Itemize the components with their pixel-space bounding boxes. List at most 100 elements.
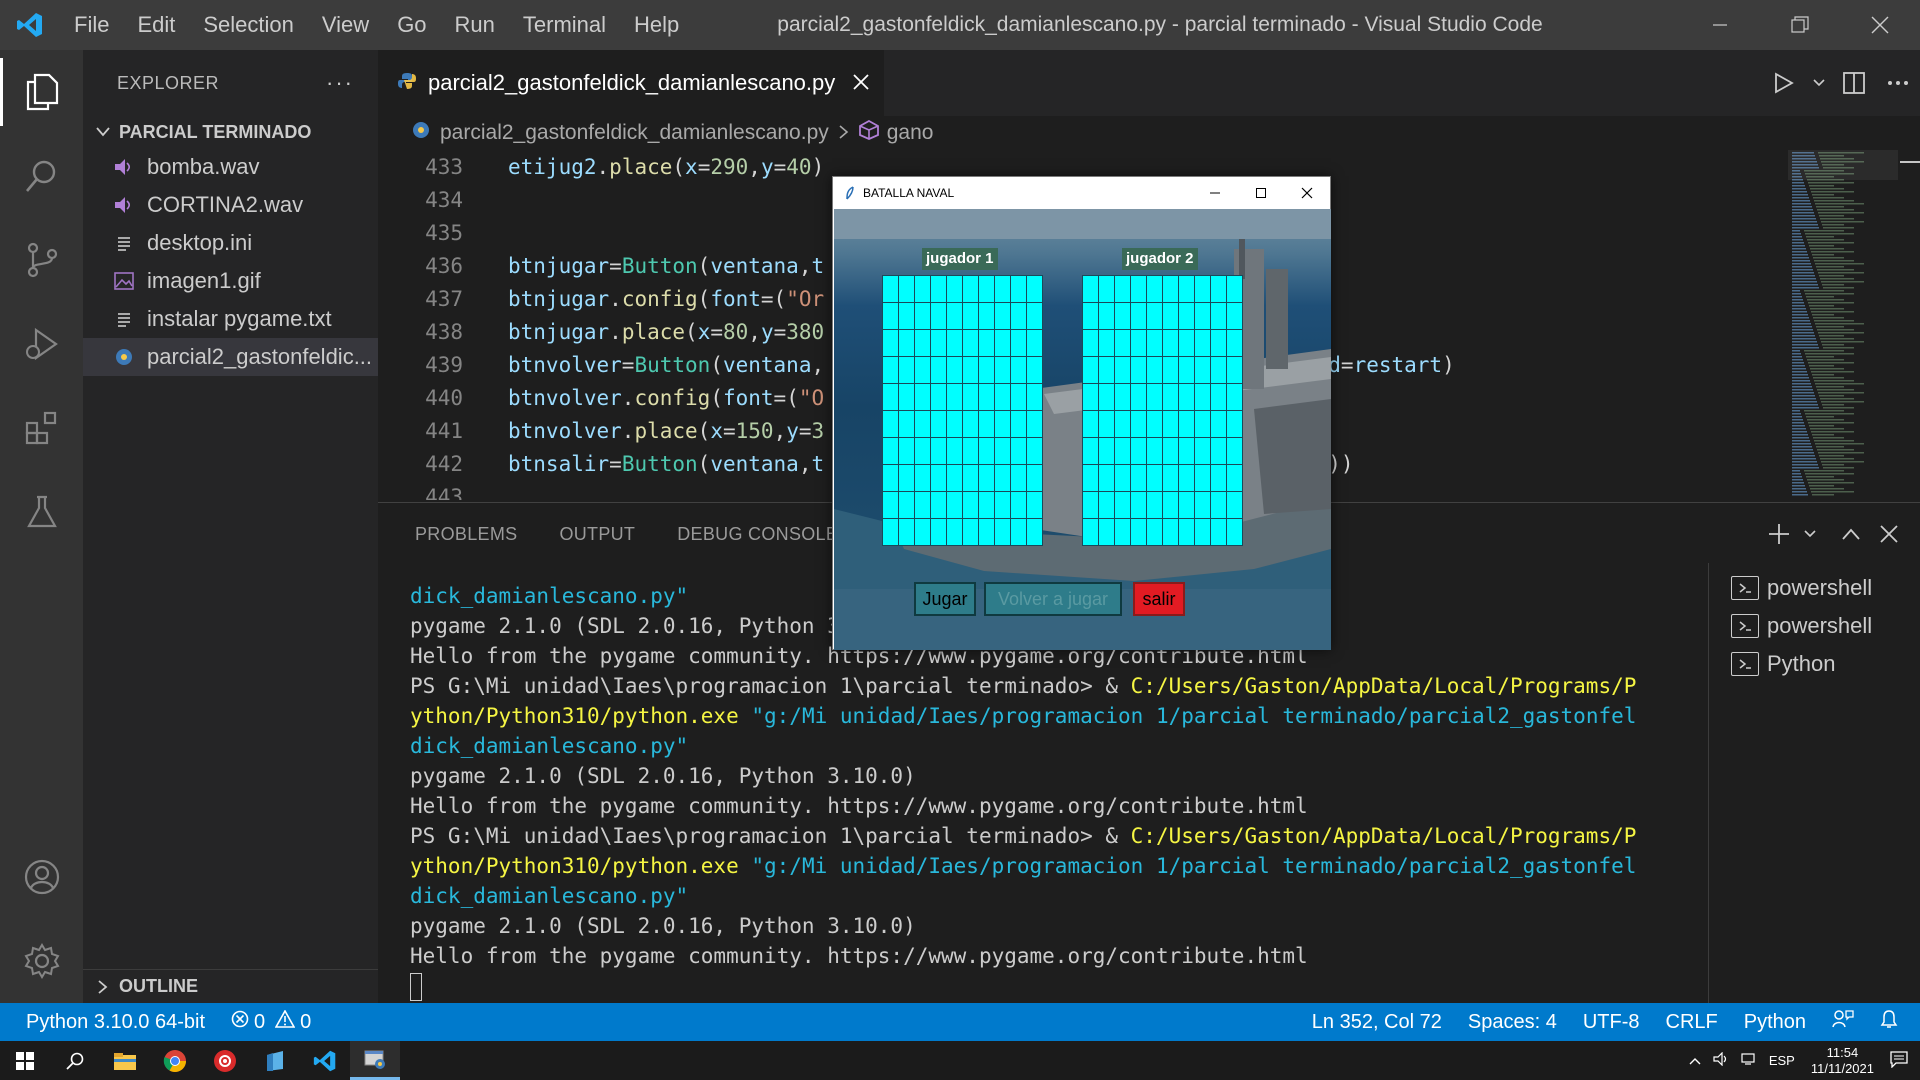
board-cell[interactable] <box>1195 276 1210 302</box>
board-cell[interactable] <box>1179 303 1194 329</box>
board-cell[interactable] <box>979 465 994 491</box>
tab-problems[interactable]: PROBLEMS <box>415 524 517 545</box>
board-cell[interactable] <box>947 411 962 437</box>
board-cell[interactable] <box>1027 411 1042 437</box>
board-cell[interactable] <box>1195 411 1210 437</box>
board-cell[interactable] <box>1131 519 1146 545</box>
board-cell[interactable] <box>931 384 946 410</box>
board-cell[interactable] <box>1115 519 1130 545</box>
board-cell[interactable] <box>995 438 1010 464</box>
board-cell[interactable] <box>1115 492 1130 518</box>
outline-header[interactable]: OUTLINE <box>83 969 378 1003</box>
menu-selection[interactable]: Selection <box>189 12 308 38</box>
terminal-instance[interactable]: Python <box>1709 645 1920 683</box>
board-cell[interactable] <box>1083 438 1098 464</box>
board-cell[interactable] <box>1083 276 1098 302</box>
board-cell[interactable] <box>995 357 1010 383</box>
terminal-dropdown-chevron-icon[interactable] <box>1798 530 1822 538</box>
close-window-icon[interactable] <box>1284 177 1330 209</box>
board-cell[interactable] <box>1099 438 1114 464</box>
player-2-board[interactable] <box>1082 275 1243 546</box>
board-cell[interactable] <box>915 357 930 383</box>
file-item[interactable]: CORTINA2.wav <box>83 186 378 224</box>
board-cell[interactable] <box>1027 357 1042 383</box>
board-cell[interactable] <box>1147 519 1162 545</box>
board-cell[interactable] <box>915 465 930 491</box>
board-cell[interactable] <box>1179 330 1194 356</box>
board-cell[interactable] <box>1099 330 1114 356</box>
status-language[interactable]: Python <box>1731 1011 1819 1034</box>
more-actions-icon[interactable] <box>1876 80 1920 86</box>
board-cell[interactable] <box>1147 384 1162 410</box>
accounts-icon[interactable] <box>0 835 83 919</box>
board-cell[interactable] <box>1083 465 1098 491</box>
close-tab-icon[interactable] <box>853 70 869 96</box>
board-cell[interactable] <box>1115 384 1130 410</box>
board-cell[interactable] <box>883 303 898 329</box>
feedback-icon[interactable] <box>1819 1009 1867 1035</box>
board-cell[interactable] <box>1083 357 1098 383</box>
board-cell[interactable] <box>915 384 930 410</box>
board-cell[interactable] <box>947 492 962 518</box>
notepad-icon[interactable] <box>250 1041 300 1080</box>
folder-header[interactable]: PARCIAL TERMINADO <box>83 116 378 148</box>
board-cell[interactable] <box>1099 411 1114 437</box>
board-cell[interactable] <box>1179 519 1194 545</box>
explorer-icon[interactable] <box>0 50 83 134</box>
board-cell[interactable] <box>947 276 962 302</box>
board-cell[interactable] <box>1099 519 1114 545</box>
board-cell[interactable] <box>1147 438 1162 464</box>
board-cell[interactable] <box>1099 357 1114 383</box>
board-cell[interactable] <box>1011 357 1026 383</box>
board-cell[interactable] <box>1147 276 1162 302</box>
status-interpreter[interactable]: Python 3.10.0 64-bit <box>0 1011 218 1034</box>
board-cell[interactable] <box>1179 438 1194 464</box>
board-cell[interactable] <box>1227 411 1242 437</box>
board-cell[interactable] <box>1099 276 1114 302</box>
board-cell[interactable] <box>899 411 914 437</box>
board-cell[interactable] <box>1131 357 1146 383</box>
board-cell[interactable] <box>1083 303 1098 329</box>
board-cell[interactable] <box>1011 438 1026 464</box>
board-cell[interactable] <box>1027 519 1042 545</box>
board-cell[interactable] <box>1011 411 1026 437</box>
board-cell[interactable] <box>1211 438 1226 464</box>
board-cell[interactable] <box>1115 357 1130 383</box>
run-file-icon[interactable] <box>1762 72 1806 94</box>
board-cell[interactable] <box>1131 330 1146 356</box>
search-icon[interactable] <box>0 134 83 218</box>
screen-recorder-icon[interactable] <box>200 1041 250 1080</box>
board-cell[interactable] <box>899 330 914 356</box>
board-cell[interactable] <box>915 276 930 302</box>
board-cell[interactable] <box>883 330 898 356</box>
board-cell[interactable] <box>963 384 978 410</box>
network-icon[interactable] <box>1735 1052 1763 1069</box>
board-cell[interactable] <box>979 411 994 437</box>
board-cell[interactable] <box>1179 492 1194 518</box>
board-cell[interactable] <box>1115 330 1130 356</box>
board-cell[interactable] <box>1027 384 1042 410</box>
board-cell[interactable] <box>1083 519 1098 545</box>
board-cell[interactable] <box>963 276 978 302</box>
board-cell[interactable] <box>947 303 962 329</box>
volume-icon[interactable] <box>1707 1051 1735 1069</box>
board-cell[interactable] <box>979 330 994 356</box>
board-cell[interactable] <box>1211 492 1226 518</box>
menu-run[interactable]: Run <box>441 12 509 38</box>
tab-debug-console[interactable]: DEBUG CONSOLE <box>677 524 838 545</box>
board-cell[interactable] <box>1163 519 1178 545</box>
board-cell[interactable] <box>1195 465 1210 491</box>
status-encoding[interactable]: UTF-8 <box>1570 1011 1653 1034</box>
volver-a-jugar-button[interactable]: Volver a jugar <box>984 582 1122 616</box>
file-item[interactable]: bomba.wav <box>83 148 378 186</box>
board-cell[interactable] <box>1163 330 1178 356</box>
board-cell[interactable] <box>1147 303 1162 329</box>
board-cell[interactable] <box>883 465 898 491</box>
source-control-icon[interactable] <box>0 218 83 302</box>
board-cell[interactable] <box>931 357 946 383</box>
board-cell[interactable] <box>1027 465 1042 491</box>
board-cell[interactable] <box>931 411 946 437</box>
board-cell[interactable] <box>899 465 914 491</box>
search-icon[interactable] <box>50 1041 100 1080</box>
board-cell[interactable] <box>979 384 994 410</box>
